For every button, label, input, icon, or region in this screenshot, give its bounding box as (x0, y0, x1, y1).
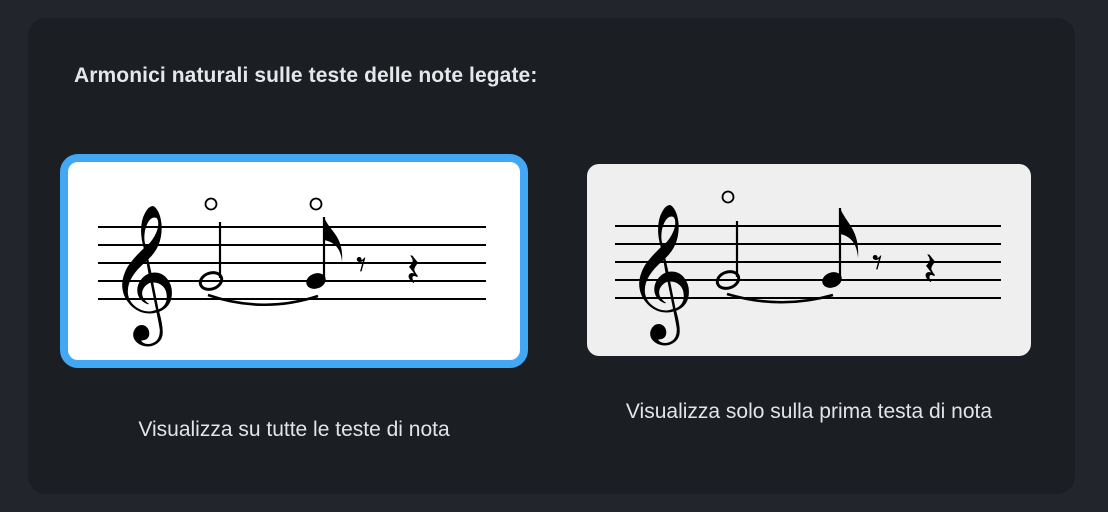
settings-panel: Armonici naturali sulle teste delle note… (28, 18, 1075, 494)
harmonic-circle-icon (204, 197, 218, 211)
option-caption: Visualizza solo sulla prima testa di not… (625, 400, 993, 423)
eighth-rest-icon: 𝄾 (872, 240, 883, 286)
eighth-rest-icon: 𝄾 (356, 242, 367, 288)
harmonic-circle-icon (309, 197, 323, 211)
option-heading: Armonici naturali sulle teste delle note… (74, 64, 538, 87)
option-all-noteheads[interactable]: 𝄞 𝄾 𝄽 Visualizza su tutte le teste di no… (60, 154, 528, 441)
notation-preview-all: 𝄞 𝄾 𝄽 (98, 197, 486, 346)
treble-clef-icon: 𝄞 (625, 201, 695, 345)
option-preview-card-selected[interactable]: 𝄞 𝄾 𝄽 (60, 154, 528, 368)
quarter-rest-icon: 𝄽 (923, 242, 937, 296)
option-preview-card[interactable]: 𝄞 𝄾 𝄽 (587, 164, 1031, 356)
option-caption: Visualizza su tutte le teste di nota (138, 418, 450, 441)
quarter-rest-icon: 𝄽 (406, 243, 420, 297)
harmonic-circle-icon (721, 190, 735, 204)
option-first-notehead-only[interactable]: 𝄞 𝄾 𝄽 Visualizza solo sulla prima testa … (575, 154, 1043, 423)
treble-clef-icon: 𝄞 (108, 202, 178, 346)
notation-preview-first: 𝄞 𝄾 𝄽 (615, 190, 1001, 345)
